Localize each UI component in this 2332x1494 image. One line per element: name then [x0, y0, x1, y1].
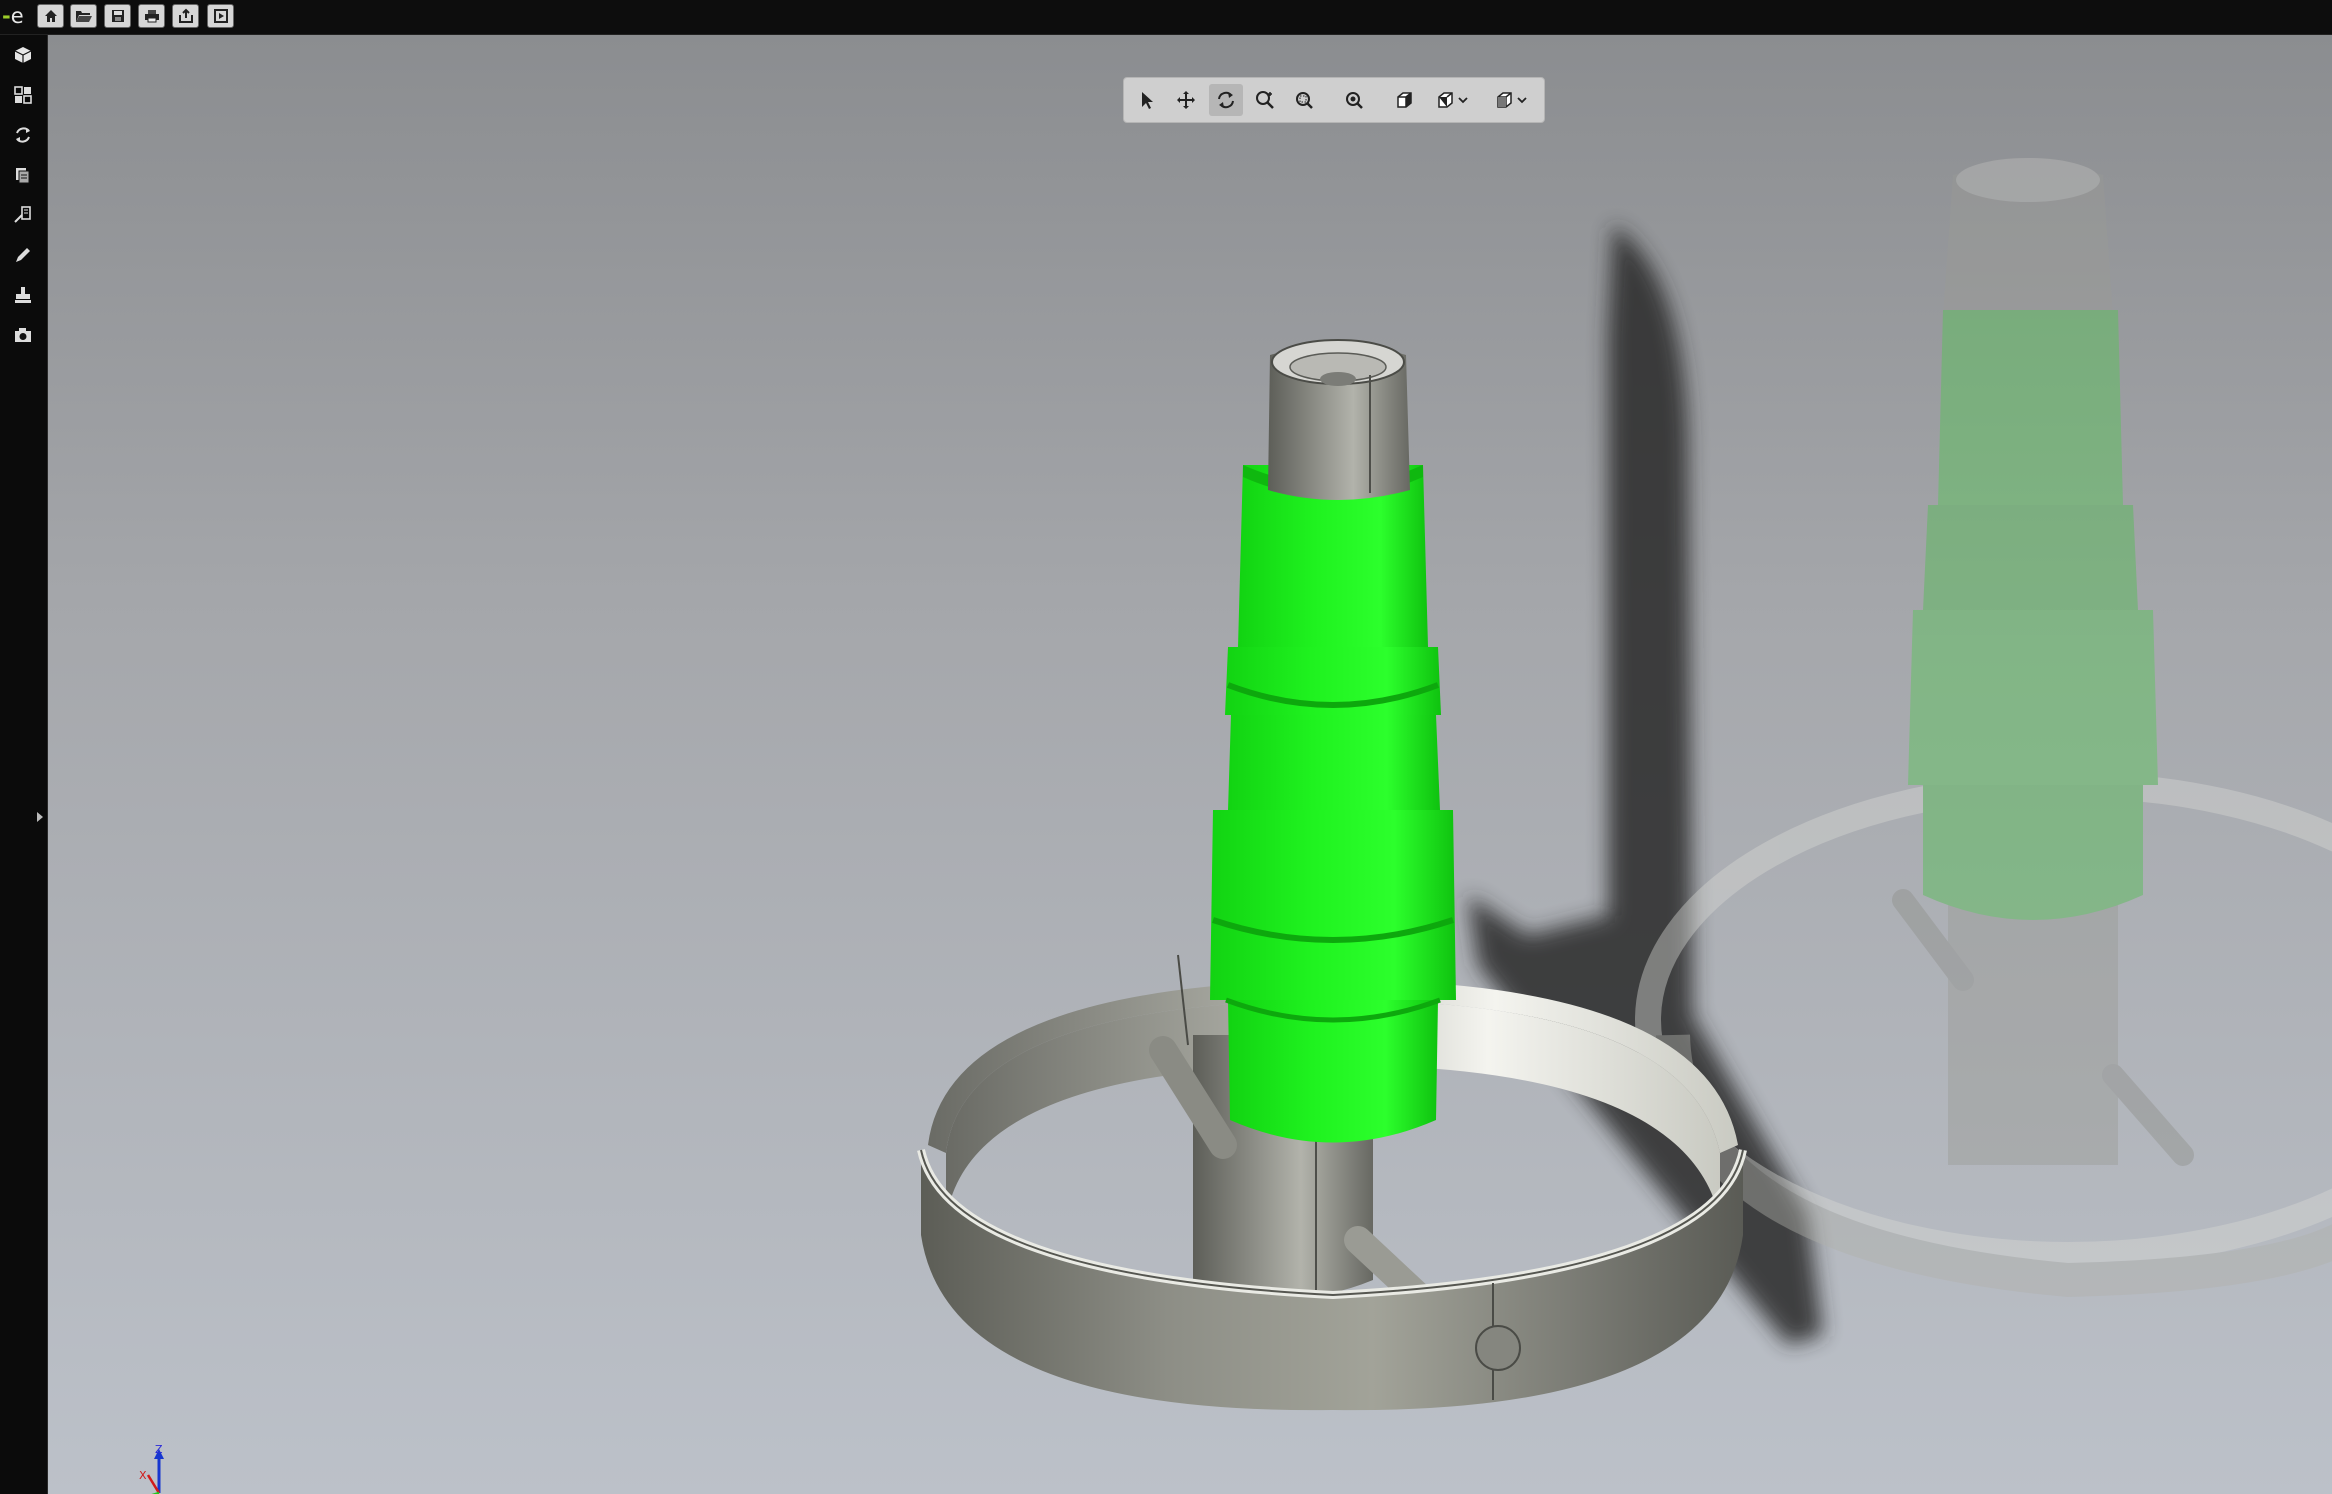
view-iso-button[interactable] [1387, 84, 1421, 116]
view-cube-icon [1397, 92, 1412, 108]
zoom-fit-button[interactable] [1337, 84, 1371, 116]
stamp-icon [15, 287, 31, 303]
axis-x-label: X [139, 1469, 147, 1482]
chevron-down-icon [1516, 97, 1527, 104]
zoom-fit-icon [1346, 92, 1363, 109]
sidebar-item-model[interactable] [6, 39, 40, 71]
pan-icon [1177, 91, 1195, 109]
view-toolbar [1123, 77, 1545, 123]
chevron-down-icon [1457, 97, 1468, 104]
3d-viewport[interactable]: Z X Y [48, 35, 2332, 1494]
orbit-tool-button[interactable] [1209, 84, 1243, 116]
sidebar-item-layers[interactable] [6, 159, 40, 191]
orbit-icon [1218, 91, 1234, 109]
standard-views-dropdown[interactable] [1488, 84, 1532, 116]
top-toolbar: -e [0, 0, 2332, 35]
present-button[interactable] [207, 4, 234, 28]
home-icon [44, 10, 57, 22]
sidebar-item-views[interactable] [6, 79, 40, 111]
3d-model-scene[interactable] [48, 35, 2332, 1494]
view-layout-icon [14, 86, 32, 104]
rotate-3d-icon [16, 127, 30, 143]
select-tool-button[interactable] [1130, 84, 1164, 116]
chevron-right-icon [37, 812, 43, 822]
zoom-window-button[interactable] [1287, 84, 1321, 116]
highlighted-sleeve[interactable] [1210, 465, 1456, 1143]
render-mode-dropdown[interactable] [1429, 84, 1473, 116]
zoom-window-icon [1296, 92, 1313, 109]
pen-icon [16, 248, 30, 262]
export-button[interactable] [172, 4, 199, 28]
camera-icon [15, 328, 31, 342]
standard-views-icon [1496, 92, 1512, 108]
folder-open-icon [75, 11, 92, 22]
pointer-icon [1142, 92, 1153, 109]
print-button[interactable] [138, 4, 165, 28]
sidebar-item-rotate[interactable] [6, 119, 40, 151]
sidebar-item-measure[interactable] [6, 199, 40, 231]
layers-icon [16, 168, 30, 184]
app-logo: -e [2, 4, 24, 28]
render-mode-icon [1437, 92, 1453, 108]
zoom-icon [1256, 91, 1274, 109]
present-icon [213, 9, 228, 23]
print-icon [144, 10, 159, 23]
cube-icon [14, 47, 32, 63]
left-sidebar [0, 35, 48, 1494]
upper-shaft [1268, 339, 1410, 500]
sidebar-expand-toggle[interactable] [35, 805, 45, 829]
export-icon [178, 8, 193, 23]
save-icon [111, 10, 124, 22]
sidebar-item-snapshot[interactable] [6, 319, 40, 351]
axis-z-label: Z [155, 1445, 163, 1456]
sidebar-item-stamp[interactable] [6, 279, 40, 311]
measure-icon [14, 206, 31, 223]
zoom-tool-button[interactable] [1248, 84, 1282, 116]
sidebar-item-markup[interactable] [6, 239, 40, 271]
open-button[interactable] [70, 4, 97, 28]
pan-tool-button[interactable] [1169, 84, 1203, 116]
ghost-model [1635, 158, 2332, 1298]
save-button[interactable] [104, 4, 131, 28]
axis-triad: Z X Y [139, 1445, 164, 1494]
home-button[interactable] [37, 4, 64, 28]
